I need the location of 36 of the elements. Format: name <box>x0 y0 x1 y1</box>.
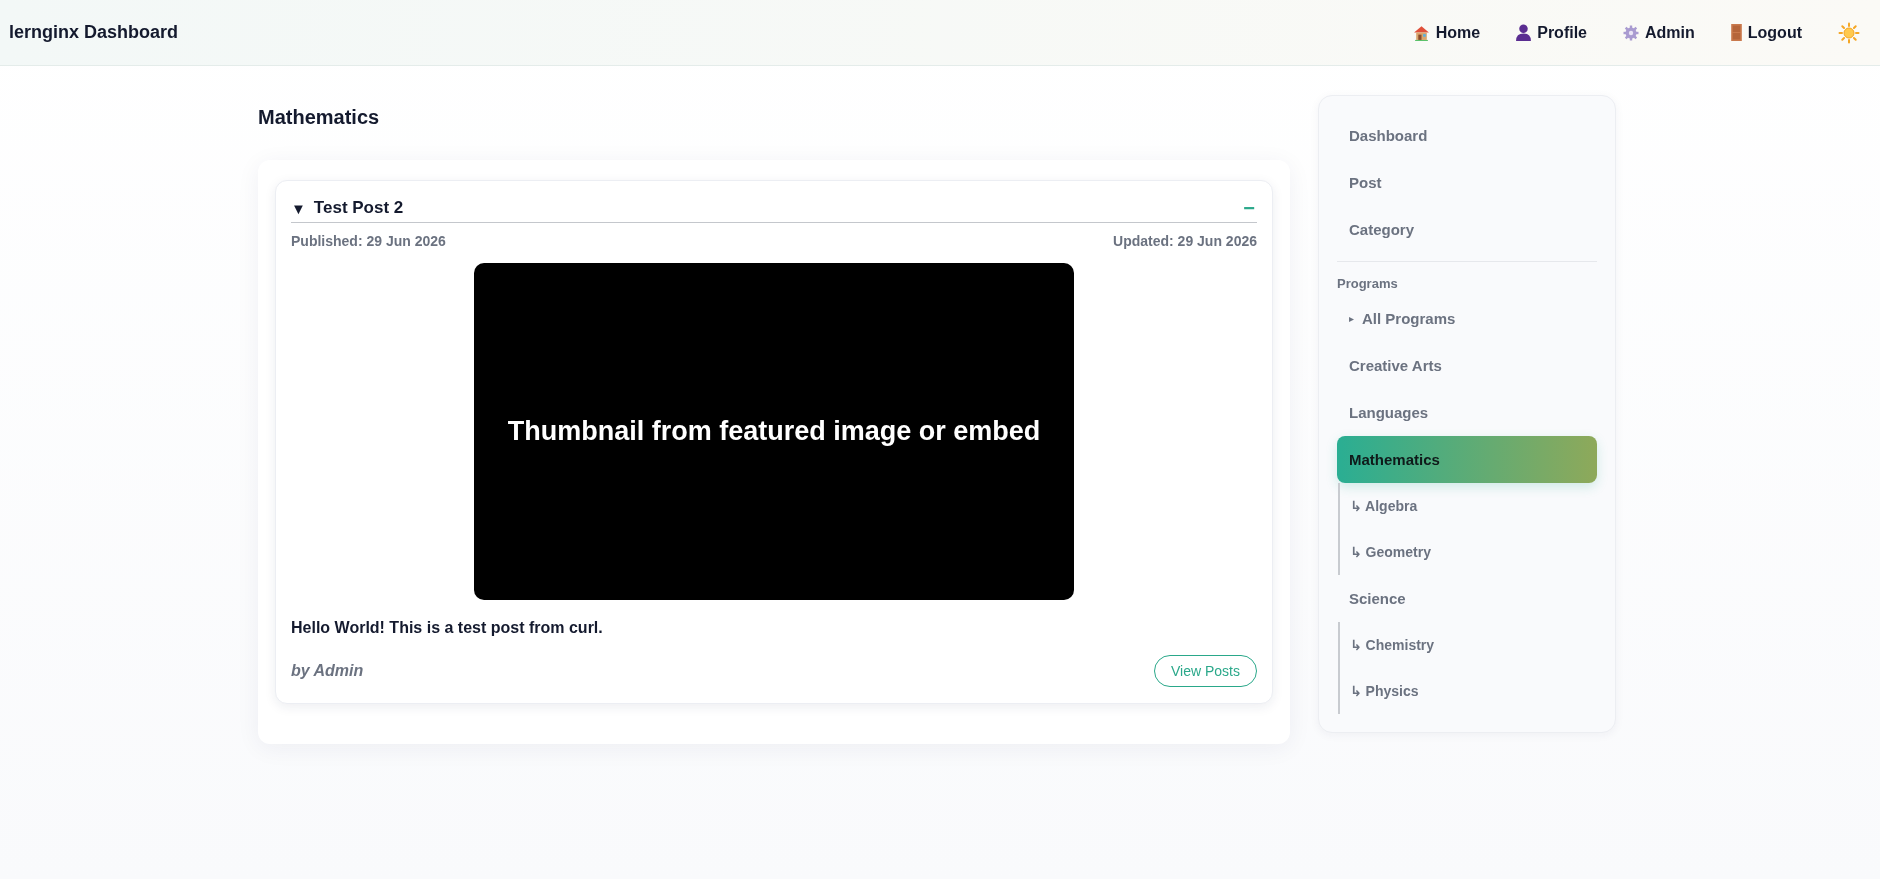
sidebar-item[interactable]: Mathematics <box>1337 436 1597 483</box>
post-title: Test Post 2 <box>313 198 405 218</box>
nav-link[interactable]: Admin <box>1623 23 1695 42</box>
expand-marker: ▸ <box>1349 313 1355 324</box>
nav-link[interactable]: Home <box>1412 23 1481 42</box>
door-icon <box>1730 24 1742 41</box>
sidebar-item[interactable]: Science <box>1337 575 1597 622</box>
updated-date: Updated: 29 Jun 2026 <box>1113 233 1257 249</box>
sidebar-subitem[interactable]: ↳ Algebra <box>1340 483 1597 529</box>
collapse-button[interactable]: − <box>1241 199 1257 217</box>
theme-toggle[interactable] <box>1838 21 1860 44</box>
house-icon <box>1412 24 1430 41</box>
nav-link[interactable]: Logout <box>1730 23 1802 42</box>
sidebar-item[interactable]: Creative Arts <box>1337 342 1597 389</box>
sidebar-item[interactable]: Category <box>1337 206 1597 253</box>
section-heading: Programs <box>1337 275 1399 293</box>
published-date: Published: 29 Jun 2026 <box>291 233 446 249</box>
post-author: by Admin <box>291 662 364 680</box>
person-icon <box>1516 24 1532 41</box>
sidebar-subitem[interactable]: ↳ Physics <box>1340 668 1597 714</box>
page-title: Mathematics <box>258 105 381 129</box>
sidebar-item[interactable]: Languages <box>1337 389 1597 436</box>
sidebar-item[interactable]: Dashboard <box>1337 112 1597 159</box>
gear-icon <box>1623 24 1639 41</box>
sidebar-subitem[interactable]: ↳ Chemistry <box>1340 622 1597 668</box>
app-title: lernginx Dashboard <box>9 22 179 43</box>
sun-icon <box>1838 21 1860 44</box>
expand-toggle[interactable]: ▼ <box>291 199 306 217</box>
sidebar-item[interactable]: ▸ All Programs <box>1337 295 1597 342</box>
sidebar-subitem[interactable]: ↳ Geometry <box>1340 529 1597 575</box>
post-body: Hello World! This is a test post from curl. <box>291 619 604 637</box>
thumbnail-caption: Thumbnail from featured image or embed <box>507 416 1041 447</box>
nav-link[interactable]: Profile <box>1516 23 1587 42</box>
view-posts-button[interactable]: View Posts <box>1154 655 1257 687</box>
item-label: All Programs <box>1362 310 1456 327</box>
sidebar-item[interactable]: Post <box>1337 159 1597 206</box>
